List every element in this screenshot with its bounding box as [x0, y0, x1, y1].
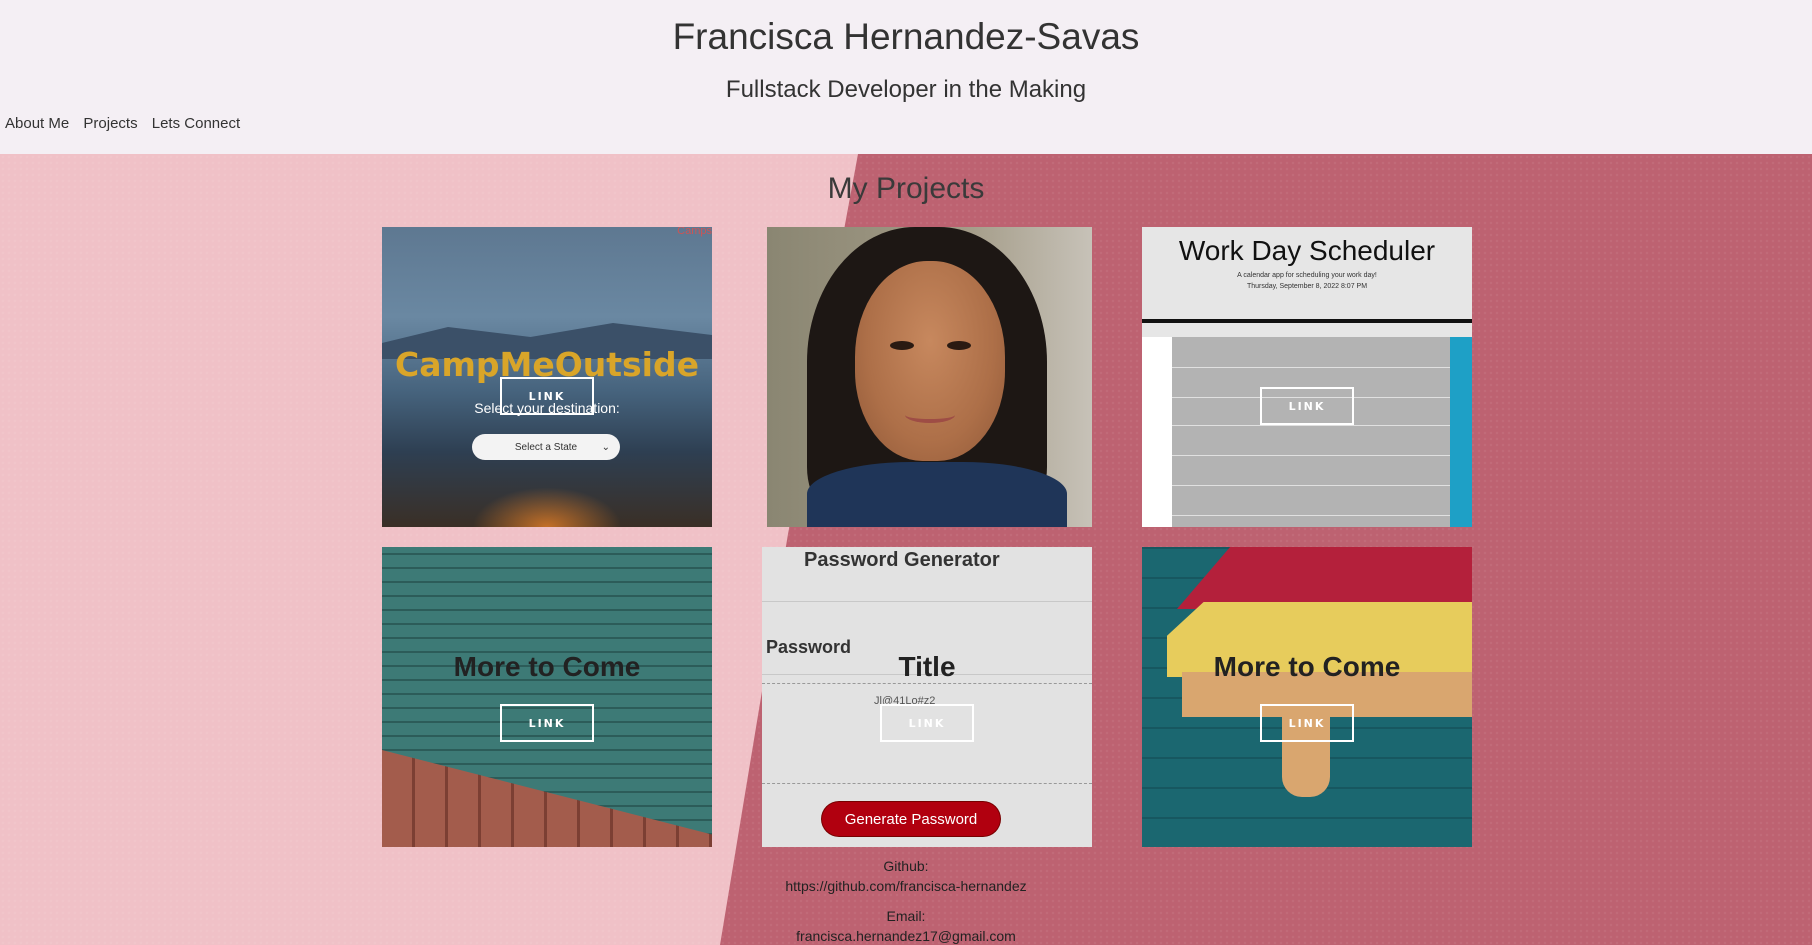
site-header: Francisca Hernandez-Savas Fullstack Deve… [0, 0, 1812, 154]
grid-line [1172, 485, 1450, 486]
state-select-value: Select a State [514, 441, 578, 453]
project-card-campmeoutside: Camps CampMeOutside Select your destinat… [382, 227, 712, 527]
dashed-border [762, 683, 1092, 684]
divider [762, 601, 1092, 602]
generate-password-button[interactable]: Generate Password [822, 802, 1000, 836]
project-card-password-generator: Password Generator Password Jl@41Lo#z2 T… [762, 547, 1092, 847]
project-link-button[interactable]: LINK [500, 377, 594, 415]
email-block: Email: francisca.hernandez17@gmail.com [0, 906, 1812, 945]
card-overlay-title: More to Come [1213, 651, 1401, 682]
grid-line [1172, 425, 1450, 426]
card-app-title: Password Generator [804, 549, 1000, 571]
portrait-eye-right [947, 341, 971, 350]
campfire-glow [472, 487, 622, 527]
portrait-shirt [807, 462, 1067, 527]
card-app-subtitle: A calendar app for scheduling your work … [1142, 270, 1472, 292]
portrait-eye-left [890, 341, 914, 350]
dashed-border [762, 783, 1092, 784]
grid-line [1172, 455, 1450, 456]
save-column [1450, 337, 1472, 527]
project-card-more-to-come-2: More to Come LINK [1142, 547, 1472, 847]
github-block: Github: https://github.com/francisca-her… [0, 856, 1812, 896]
nav-lets-connect[interactable]: Lets Connect [152, 115, 240, 132]
project-card-portrait [767, 227, 1092, 527]
email-label: Email: [886, 908, 926, 924]
fence-shape [382, 750, 712, 847]
chevron-down-icon: ⌄ [601, 441, 610, 453]
nav-about-me[interactable]: About Me [5, 115, 69, 132]
hour-column [1142, 337, 1172, 527]
site-name: Francisca Hernandez-Savas [672, 16, 1140, 57]
schedule-grid [1172, 337, 1450, 527]
main-nav: About Me Projects Lets Connect [5, 115, 250, 132]
scheduler-date: Thursday, September 8, 2022 8:07 PM [1246, 283, 1368, 290]
grid-line [1172, 515, 1450, 516]
nav-projects[interactable]: Projects [83, 115, 137, 132]
project-link-button[interactable]: LINK [880, 704, 974, 742]
grid-line [1172, 367, 1450, 368]
arrow-red-stripe [1177, 547, 1472, 609]
portrait-mouth [905, 407, 955, 423]
project-link-button[interactable]: LINK [1260, 704, 1354, 742]
card-overlay-title: More to Come [453, 651, 641, 682]
github-label: Github: [883, 858, 929, 874]
project-card-work-day-scheduler: Work Day Scheduler A calendar app for sc… [1142, 227, 1472, 527]
card-overlay-title: Title [898, 651, 956, 682]
scheduler-subtitle: A calendar app for scheduling your work … [1237, 272, 1377, 279]
divider [1142, 319, 1472, 323]
contact-footer: Github: https://github.com/francisca-her… [0, 856, 1812, 945]
project-card-more-to-come-1: More to Come LINK [382, 547, 712, 847]
state-select[interactable]: Select a State ⌄ [472, 434, 620, 460]
project-link-button[interactable]: LINK [1260, 387, 1354, 425]
card-corner-text: Camps [677, 227, 712, 237]
github-link[interactable]: https://github.com/francisca-hernandez [0, 876, 1812, 896]
section-title: My Projects [827, 172, 985, 205]
portrait-face [855, 261, 1005, 461]
projects-section: My Projects Camps CampMeOutside Select y… [0, 154, 1812, 945]
email-link[interactable]: francisca.hernandez17@gmail.com [0, 926, 1812, 945]
card-app-title: Work Day Scheduler [1178, 235, 1436, 266]
project-link-button[interactable]: LINK [500, 704, 594, 742]
site-tagline: Fullstack Developer in the Making [725, 76, 1087, 103]
